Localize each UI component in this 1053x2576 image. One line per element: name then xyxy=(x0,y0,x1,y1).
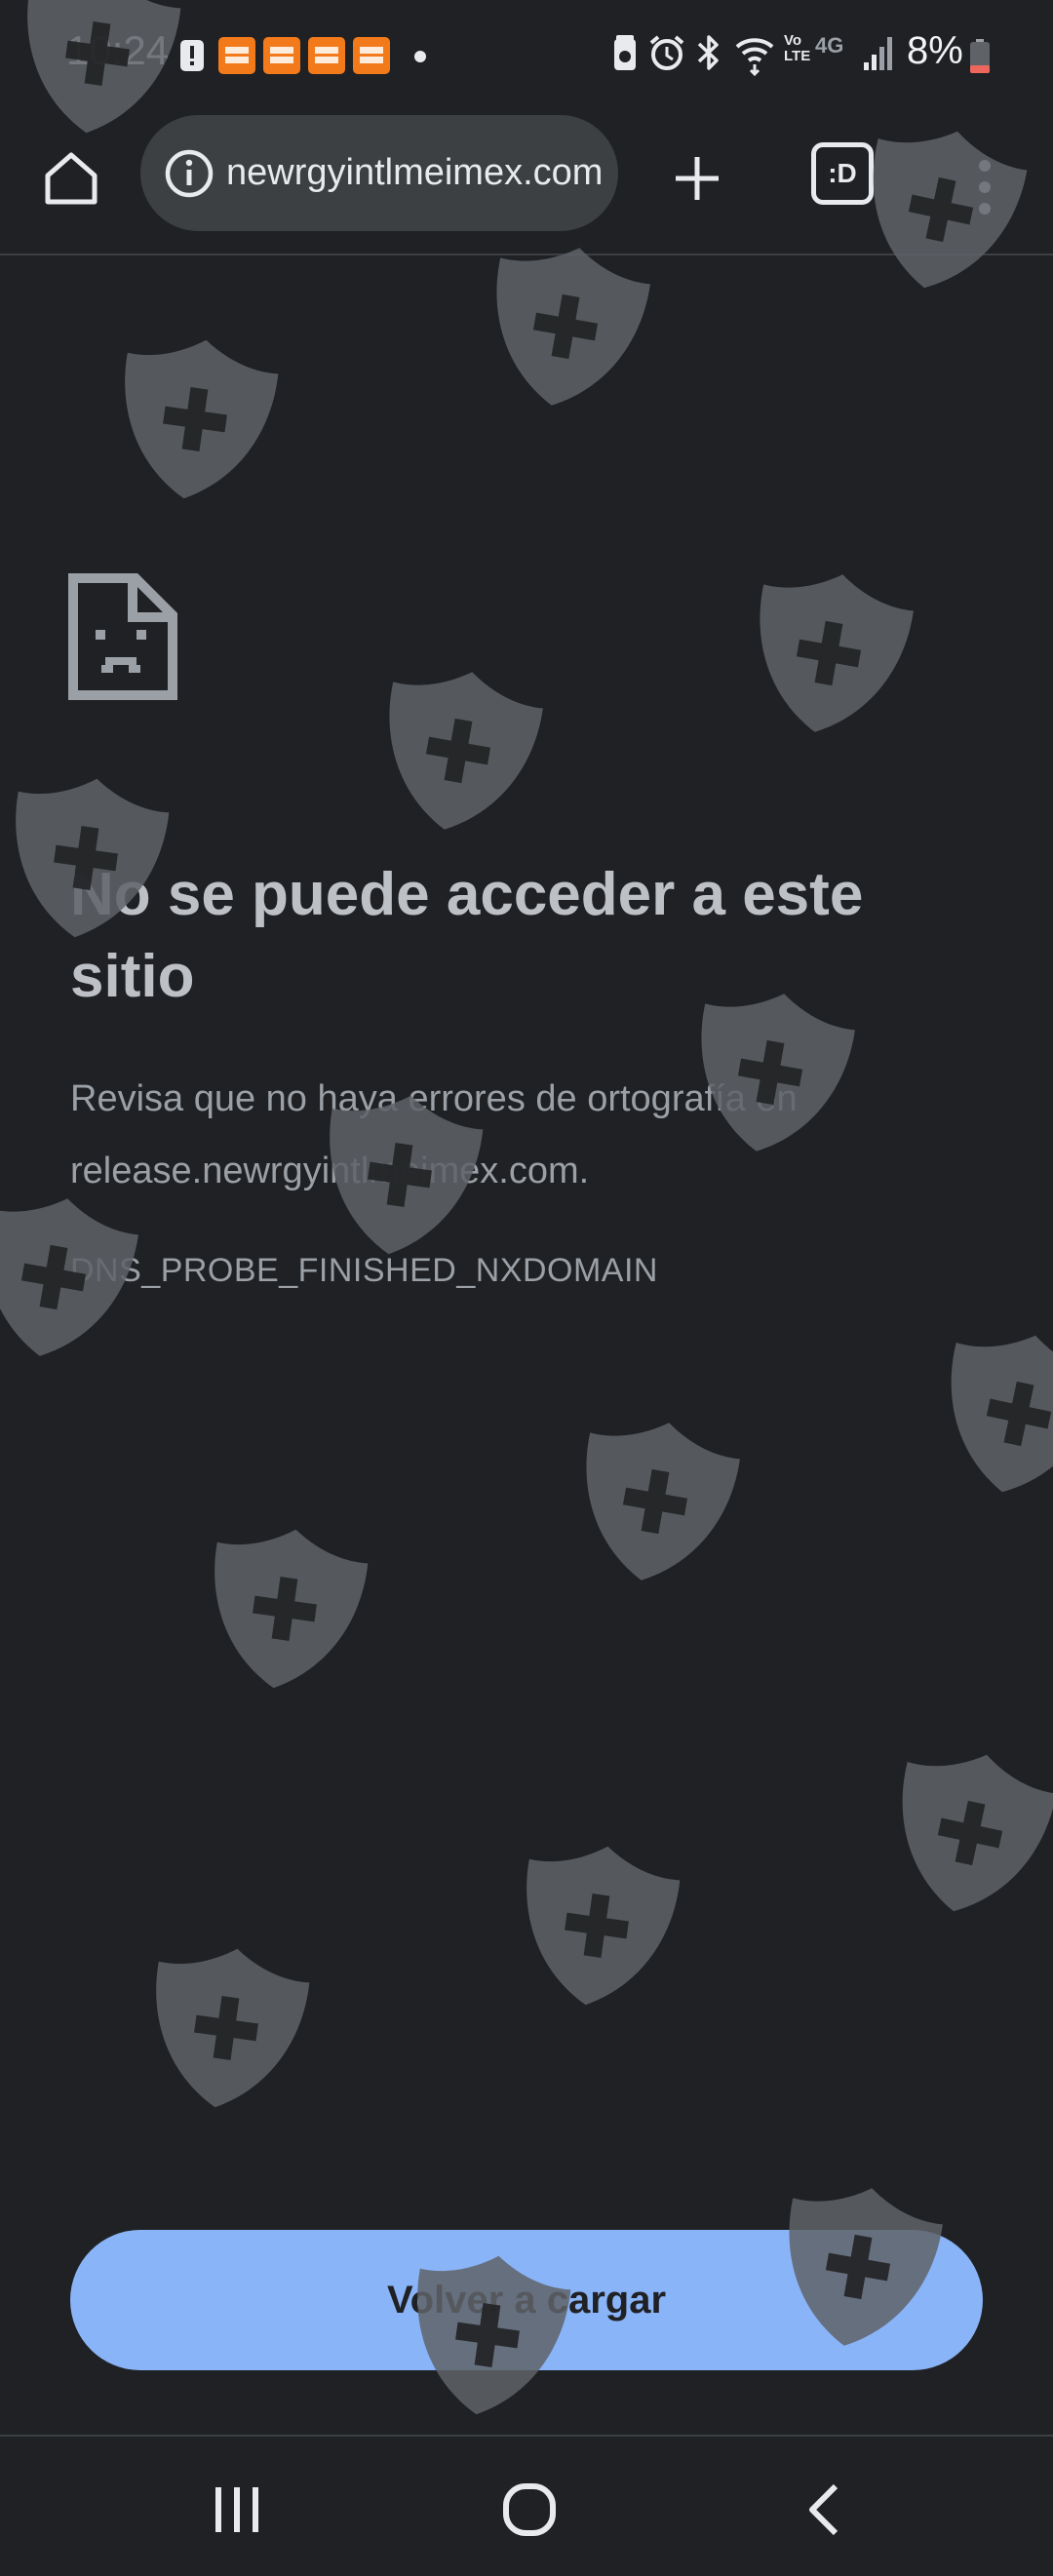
back-button[interactable] xyxy=(780,2476,868,2544)
plus-icon xyxy=(676,157,719,200)
alert-icon xyxy=(179,39,205,72)
battery-saver-icon xyxy=(612,33,638,82)
home-nav-button[interactable] xyxy=(486,2476,573,2544)
battery-percent: 8% xyxy=(907,29,963,72)
shield-plus-icon xyxy=(369,658,548,843)
shield-plus-icon xyxy=(139,1937,313,2119)
error-description: Revisa que no haya errores de ortografía… xyxy=(70,1078,798,1191)
temu-icon xyxy=(353,37,390,74)
shield-plus-icon xyxy=(198,1518,371,1699)
url-text: newrgyintlmeimex.com xyxy=(226,152,604,193)
shield-plus-icon xyxy=(739,561,918,746)
browser-toolbar: newrgyintlmeimex.com :D xyxy=(0,115,1053,255)
menu-dot-icon xyxy=(979,181,991,193)
volte-icon: Vo LTE xyxy=(784,32,811,64)
menu-dot-icon xyxy=(979,203,991,215)
signal-icon xyxy=(862,33,895,82)
status-bar: 10:24 Vo LTE 4G 8% xyxy=(0,0,1053,115)
battery-icon xyxy=(969,39,991,74)
alarm-icon xyxy=(647,33,686,82)
reload-button[interactable]: Volver a cargar xyxy=(70,2230,983,2370)
error-title: No se puede acceder a este sitio xyxy=(70,861,864,1010)
new-tab-button[interactable] xyxy=(663,144,731,213)
status-time: 10:24 xyxy=(66,27,170,73)
bluetooth-icon xyxy=(694,33,723,82)
site-info-icon[interactable] xyxy=(160,144,218,203)
shield-plus-icon xyxy=(878,1738,1053,1928)
shield-plus-icon xyxy=(927,1319,1053,1508)
address-bar[interactable]: newrgyintlmeimex.com xyxy=(140,115,618,231)
wifi-icon xyxy=(733,33,776,82)
temu-icon xyxy=(308,37,345,74)
recent-apps-button[interactable] xyxy=(193,2476,281,2544)
home-circle-icon xyxy=(503,2483,556,2536)
back-chevron-icon xyxy=(809,2483,838,2536)
recent-apps-icon xyxy=(215,2487,258,2532)
shield-plus-icon xyxy=(510,1835,683,2016)
error-code: DNS_PROBE_FINISHED_NXDOMAIN xyxy=(70,1252,658,1289)
system-nav-bar xyxy=(0,2435,1053,2576)
home-icon xyxy=(45,152,98,205)
more-menu-button[interactable] xyxy=(965,148,1004,226)
more-notifications-dot xyxy=(414,51,426,62)
tab-switcher-button[interactable]: :D xyxy=(811,142,874,205)
shield-plus-icon xyxy=(476,234,655,419)
menu-dot-icon xyxy=(979,160,991,172)
temu-icon xyxy=(218,37,255,74)
shield-plus-icon xyxy=(108,329,282,510)
network-type: 4G xyxy=(815,33,844,58)
sad-page-icon xyxy=(68,573,177,700)
home-button[interactable] xyxy=(37,144,105,213)
temu-icon xyxy=(263,37,300,74)
shield-plus-icon xyxy=(566,1409,745,1594)
